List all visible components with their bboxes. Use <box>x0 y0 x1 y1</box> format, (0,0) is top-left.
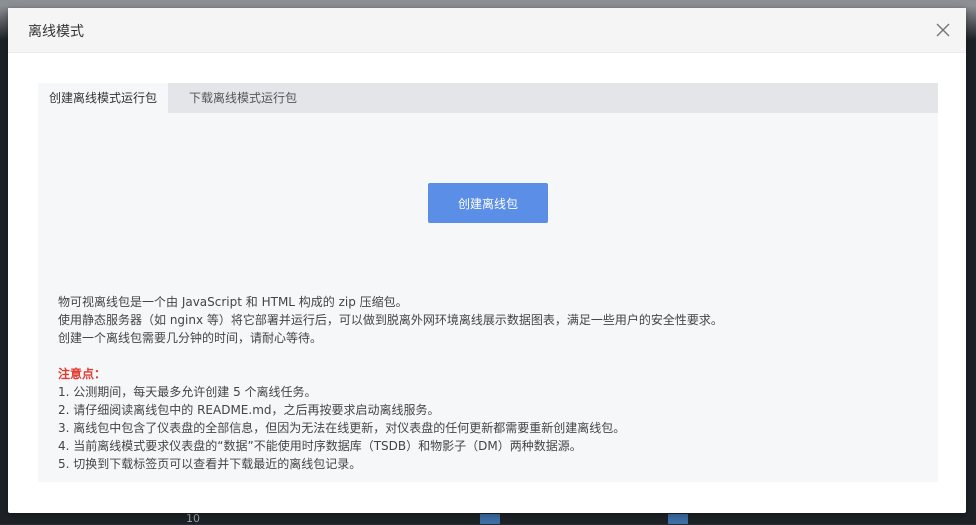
note-item: 5. 切换到下载标签页可以查看并下载最近的离线包记录。 <box>58 457 362 471</box>
close-icon[interactable] <box>934 21 952 39</box>
background-chart-bar <box>668 514 688 524</box>
tab-create-offline-package[interactable]: 创建离线模式运行包 <box>38 83 169 113</box>
description-line: 创建一个离线包需要几分钟的时间，请耐心等待。 <box>58 331 323 345</box>
dialog-title: 离线模式 <box>28 24 84 40</box>
note-item: 3. 离线包中包含了仪表盘的全部信息，但因为无法在线更新，对仪表盘的任何更新都需… <box>58 421 626 435</box>
notes-title: 注意点： <box>58 367 107 381</box>
dialog-header: 离线模式 <box>8 8 966 53</box>
description-line: 使用静态服务器（如 nginx 等）将它部署并运行后，可以做到脱离外网环境离线展… <box>58 313 723 327</box>
dialog-content: 创建离线模式运行包 下载离线模式运行包 创建离线包 物可视离线包是一个由 Jav… <box>38 83 938 482</box>
background-axis-tick: 10 <box>186 512 200 525</box>
offline-mode-dialog: 离线模式 创建离线模式运行包 下载离线模式运行包 创建离线包 物可视离线包是一个… <box>8 8 966 513</box>
tab-bar: 创建离线模式运行包 下载离线模式运行包 <box>38 83 938 113</box>
tab-download-offline-package[interactable]: 下载离线模式运行包 <box>178 83 308 113</box>
note-item: 2. 请仔细阅读离线包中的 README.md，之后再按要求启动离线服务。 <box>58 403 440 417</box>
note-item: 4. 当前离线模式要求仪表盘的“数据”不能使用时序数据库（TSDB）和物影子（D… <box>58 439 582 453</box>
description-block: 物可视离线包是一个由 JavaScript 和 HTML 构成的 zip 压缩包… <box>58 293 918 473</box>
create-offline-package-button[interactable]: 创建离线包 <box>428 183 548 223</box>
note-item: 1. 公测期间，每天最多允许创建 5 个离线任务。 <box>58 385 317 399</box>
description-line: 物可视离线包是一个由 JavaScript 和 HTML 构成的 zip 压缩包… <box>58 295 408 309</box>
background-chart-bar <box>480 514 500 524</box>
